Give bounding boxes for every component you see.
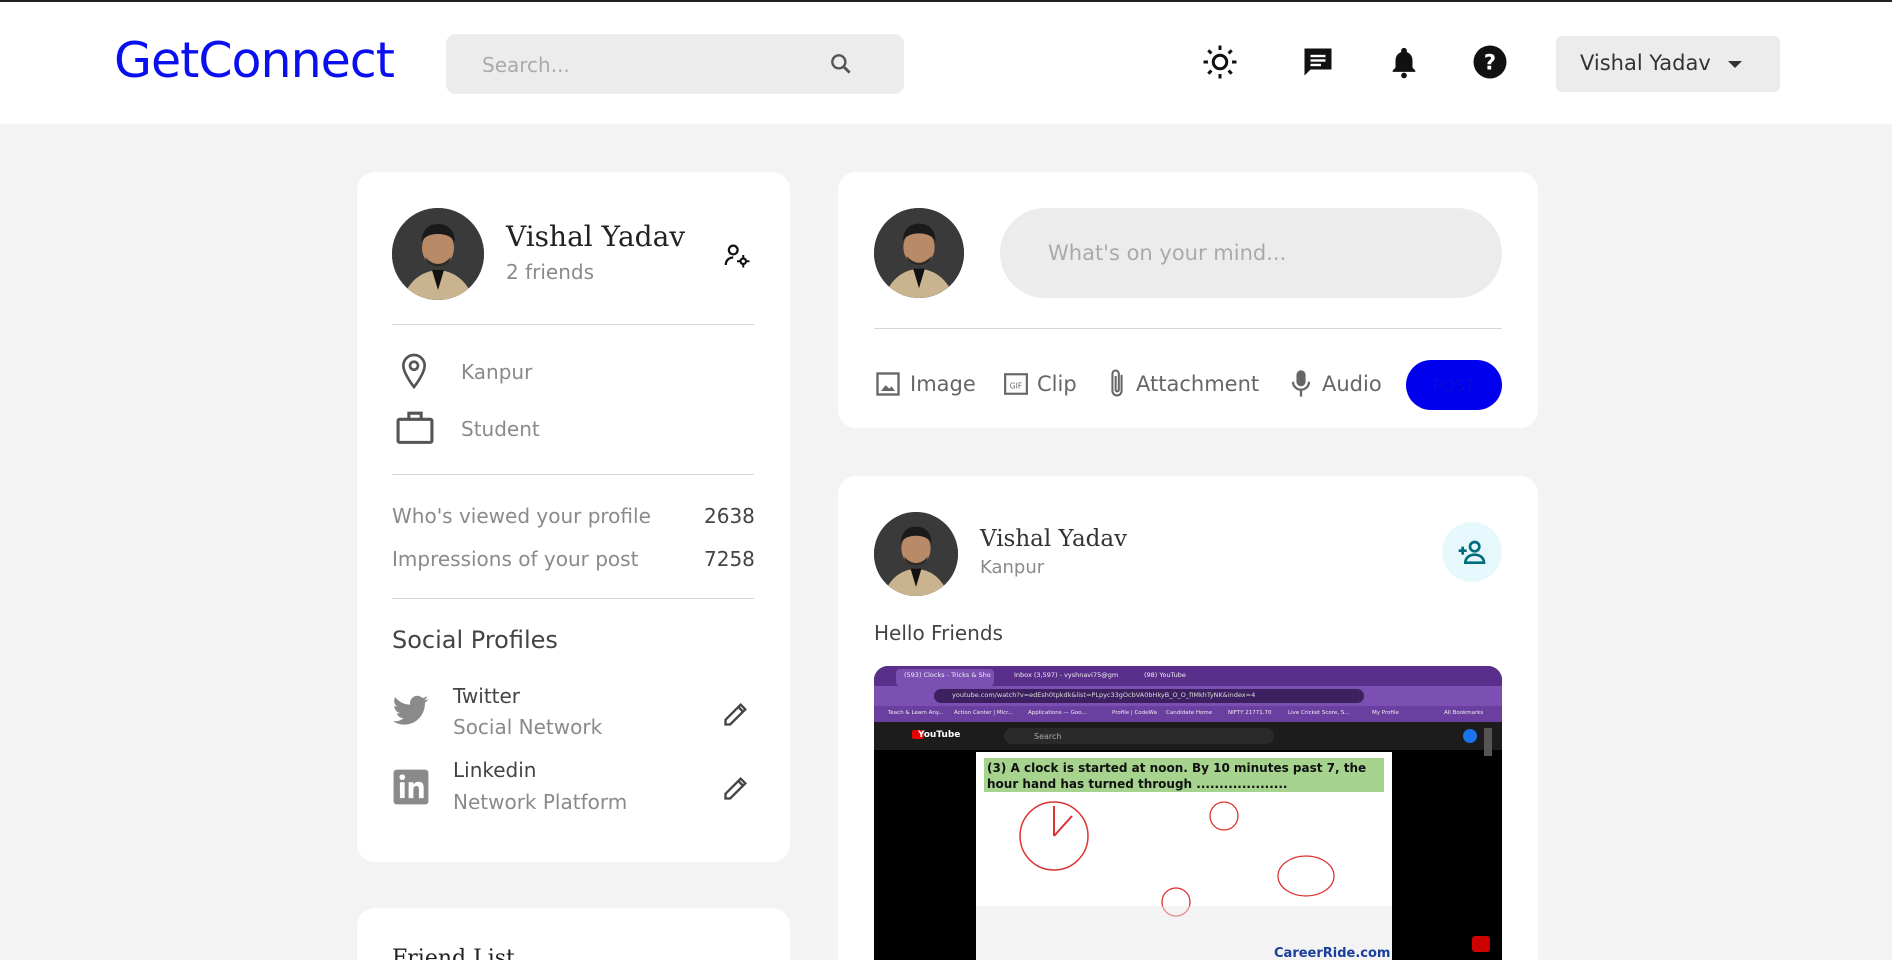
composer-action-audio[interactable]: Audio [1322,372,1382,396]
post-input-placeholder: What's on your mind... [1048,241,1287,265]
bookmark-item: My Profile [1372,710,1399,716]
twitter-icon [392,694,430,732]
location-pin-icon [398,352,430,394]
svg-text:GIF: GIF [1010,381,1022,390]
edit-pencil-icon[interactable] [722,700,750,732]
youtube-logo: YouTube [918,730,961,740]
gif-icon[interactable]: GIF [1003,371,1029,401]
svg-text:?: ? [1484,51,1496,75]
search-icon[interactable] [828,51,854,81]
browser-tab: (98) YouTube [1144,671,1186,679]
post-image[interactable]: YouTube Search (3) A clock is started at… [874,666,1502,960]
profile-name[interactable]: Vishal Yadav [506,220,685,253]
video-watermark: CareerRide.com [1274,946,1391,960]
linkedin-icon [392,768,430,810]
profile-avatar[interactable] [392,208,484,300]
user-dropdown[interactable]: Vishal Yadav [1556,36,1780,92]
post-button[interactable]: POST [1406,360,1502,410]
bookmark-item: Applications — Goo... [1028,710,1087,716]
profile-occupation: Student [461,417,540,441]
bookmark-item: Live Cricket Score, S... [1288,710,1350,716]
divider [874,328,1502,329]
social-type: Social Network [453,715,603,739]
logo[interactable]: GetConnect [114,32,395,89]
profile-location: Kanpur [461,360,533,384]
bookmark-item: Candidate Home [1166,710,1213,716]
social-name[interactable]: Twitter [453,684,520,708]
video-question-text: (3) A clock is started at noon. By 10 mi… [987,761,1367,791]
add-friend-button[interactable] [1442,522,1502,582]
post-author-avatar[interactable] [874,512,958,596]
add-friend-icon [1458,540,1486,564]
search-input[interactable]: Search... [482,53,570,77]
bookmark-item: Profile | CodeWa [1112,710,1157,716]
image-icon[interactable] [874,370,902,402]
stat-value: 7258 [704,547,755,571]
stat-label: Impressions of your post [392,547,639,571]
composer-avatar [874,208,964,298]
composer-action-image[interactable]: Image [910,372,976,396]
stat-label: Who's viewed your profile [392,504,651,528]
post-text: Hello Friends [874,621,1003,645]
profile-friends-count: 2 friends [506,260,594,284]
divider [392,474,754,475]
chevron-down-icon [1728,61,1742,68]
help-icon[interactable]: ? [1470,42,1510,82]
notification-bell-icon[interactable] [1384,42,1424,82]
briefcase-icon [395,408,435,450]
message-icon[interactable] [1298,42,1338,82]
browser-tab: (593) Clocks - Tricks & Sho [904,671,991,679]
post-author-name[interactable]: Vishal Yadav [980,526,1127,552]
post-input[interactable]: What's on your mind... [1000,208,1502,298]
top-navbar: GetConnect Search... ? Vishal Yadav [0,2,1892,124]
bookmark-item: All Bookmarks [1444,710,1484,716]
youtube-search: Search [1034,732,1062,741]
browser-url: youtube.com/watch?v=edEsh0tpkdk&list=PLp… [952,691,1256,699]
social-type: Network Platform [453,790,628,814]
light-mode-icon[interactable] [1200,42,1240,82]
user-dropdown-name: Vishal Yadav [1580,51,1711,75]
post-author-location: Kanpur [980,557,1045,578]
stat-value: 2638 [704,504,755,528]
social-profiles-title: Social Profiles [392,626,558,654]
microphone-icon[interactable] [1290,368,1312,404]
edit-pencil-icon[interactable] [722,774,750,806]
composer-action-clip[interactable]: Clip [1037,372,1077,396]
composer-action-attachment[interactable]: Attachment [1136,372,1259,396]
search-bar[interactable]: Search... [446,34,904,94]
browser-tab: Inbox (3,597) - vyshnavi75@gm [1014,671,1119,679]
social-name[interactable]: Linkedin [453,758,536,782]
manage-account-icon[interactable] [722,240,752,274]
bookmark-item: NIFTY 21771.70 [1228,710,1272,716]
divider [392,324,754,325]
bookmark-item: Action Center | Micr... [954,710,1014,716]
friend-list-title: Friend List [392,946,515,960]
divider [392,598,754,599]
attachment-icon[interactable] [1104,368,1130,404]
bookmark-item: Teach & Learn Any... [888,710,944,716]
